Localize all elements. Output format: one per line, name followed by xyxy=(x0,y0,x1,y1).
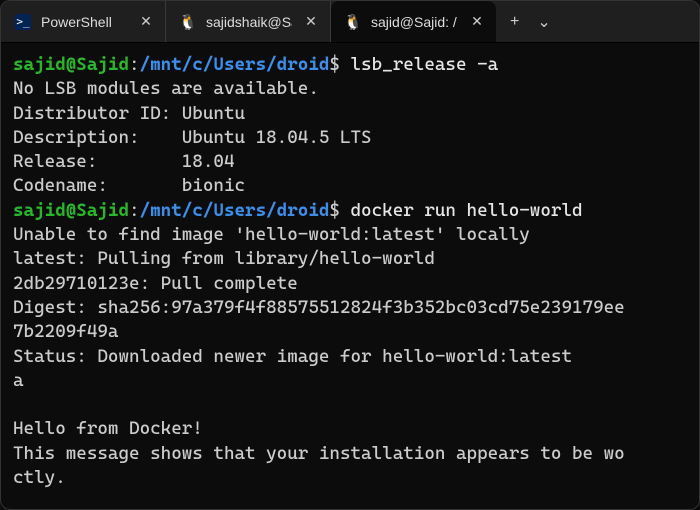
tab-dropdown-button[interactable]: ⌄ xyxy=(537,12,550,32)
close-icon[interactable]: ✕ xyxy=(302,13,320,30)
tab-wsl-2[interactable]: 🐧 sajid@Sajid: / ✕ xyxy=(331,1,496,42)
output-line: Release: 18.04 xyxy=(13,151,234,172)
tux-icon: 🐧 xyxy=(180,14,196,30)
output-line: Status: Downloaded newer image for hello… xyxy=(13,346,572,367)
tab-powershell[interactable]: >_ PowerShell ✕ xyxy=(1,1,166,42)
tab-actions: + ⌄ xyxy=(496,1,565,42)
output-line: a xyxy=(13,370,24,391)
prompt-symbol: $ xyxy=(329,54,340,75)
close-icon[interactable]: ✕ xyxy=(468,13,486,30)
prompt-user: sajid@Sajid xyxy=(13,54,129,75)
output-line: Distributor ID: Ubuntu xyxy=(13,103,245,124)
close-icon[interactable]: ✕ xyxy=(137,13,155,30)
prompt-user: sajid@Sajid xyxy=(13,200,129,221)
output-line: ctly. xyxy=(13,467,66,488)
new-tab-button[interactable]: + xyxy=(510,13,519,31)
prompt-symbol: $ xyxy=(329,200,340,221)
powershell-icon: >_ xyxy=(15,14,31,30)
terminal-body[interactable]: sajid@Sajid:/mnt/c/Users/droid$ lsb_rele… xyxy=(1,43,699,509)
prompt-sep: : xyxy=(129,200,140,221)
tab-wsl-1[interactable]: 🐧 sajidshaik@Sa ✕ xyxy=(166,1,331,42)
output-line: 2db29710123e: Pull complete xyxy=(13,273,298,294)
output-line: Description: Ubuntu 18.04.5 LTS xyxy=(13,127,372,148)
output-line: Codename: bionic xyxy=(13,175,245,196)
output-line: Hello from Docker! xyxy=(13,418,203,439)
prompt-sep: : xyxy=(129,54,140,75)
output-line: This message shows that your installatio… xyxy=(13,443,625,464)
tux-icon: 🐧 xyxy=(345,14,361,30)
command-1: lsb_release -a xyxy=(351,54,499,75)
tab-label: sajid@Sajid: / xyxy=(371,14,458,30)
tab-label: PowerShell xyxy=(41,14,127,30)
terminal-window: >_ PowerShell ✕ 🐧 sajidshaik@Sa ✕ 🐧 saji… xyxy=(0,0,700,510)
tab-label: sajidshaik@Sa xyxy=(206,14,292,30)
tab-bar: >_ PowerShell ✕ 🐧 sajidshaik@Sa ✕ 🐧 saji… xyxy=(1,1,699,43)
prompt-cwd: /mnt/c/Users/droid xyxy=(140,200,330,221)
output-line: No LSB modules are available. xyxy=(13,78,319,99)
command-2: docker run hello-world xyxy=(351,200,583,221)
output-line: latest: Pulling from library/hello-world xyxy=(13,248,435,269)
output-line: Unable to find image 'hello-world:latest… xyxy=(13,224,530,245)
output-line: 7b2209f49a xyxy=(13,321,118,342)
prompt-cwd: /mnt/c/Users/droid xyxy=(140,54,330,75)
output-line: Digest: sha256:97a379f4f88575512824f3b35… xyxy=(13,297,625,318)
